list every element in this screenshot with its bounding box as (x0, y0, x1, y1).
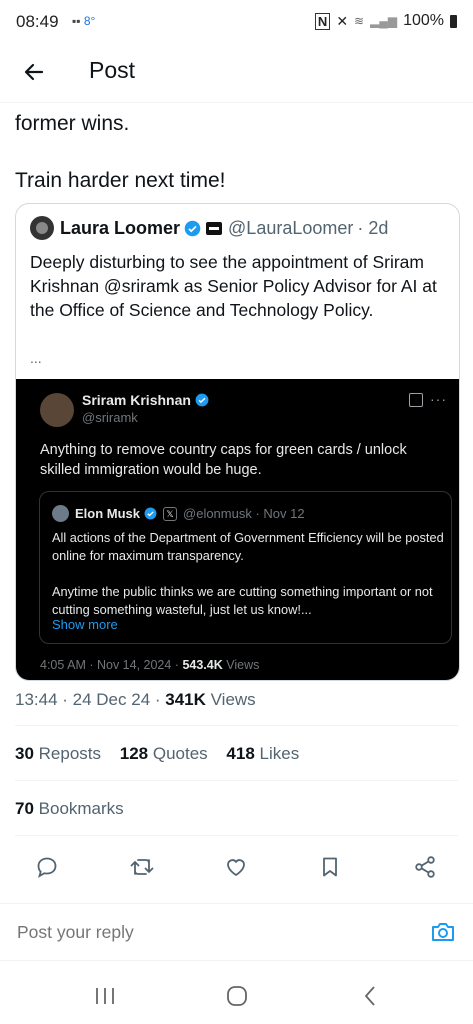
mute-icon: ✕ (336, 12, 349, 29)
divider (15, 725, 458, 726)
bookmark-icon (323, 857, 337, 877)
quoted-post-header: Laura Loomer @LauraLoomer · 2d (30, 216, 388, 240)
show-more-link: Show more (52, 617, 118, 632)
post-text-line1: former wins. (15, 112, 130, 135)
status-bar: 08:49 ▪▪ 8° N ✕ ≋ ▂▄▆ 100% (0, 0, 473, 44)
quoted-author-name[interactable]: Laura Loomer (60, 218, 180, 239)
page-title: Post (89, 57, 136, 83)
back-button[interactable] (18, 56, 50, 88)
embedded-views-count: 543.4K (182, 658, 223, 672)
post-meta: 13:44 · 24 Dec 24 · 341K Views (15, 690, 256, 710)
divider (15, 835, 458, 836)
quoted-post-card[interactable]: Laura Loomer @LauraLoomer · 2d Deeply di… (15, 203, 460, 681)
more-icon: ··· (430, 391, 447, 407)
wifi-icon: ≋ (354, 14, 365, 28)
status-right: N ✕ ≋ ▂▄▆ 100% (314, 12, 457, 30)
edit-icon (409, 393, 423, 407)
repost-button[interactable] (125, 850, 159, 884)
embedded-inner-quote: Elon Musk 𝕏 @elonmusk · Nov 12 All actio… (39, 491, 452, 644)
bookmarks-stat[interactable]: 70 Bookmarks (15, 799, 124, 819)
reply-bar (0, 903, 473, 961)
home-icon (227, 986, 247, 1006)
embedded-post-text: Anything to remove country caps for gree… (40, 442, 407, 478)
status-time: 08:49 (16, 12, 59, 31)
avatar (52, 505, 69, 522)
grid-icon: ▪▪ (72, 14, 81, 28)
embedded-author-handle: @sriramk (82, 410, 138, 425)
nfc-icon: N (314, 12, 331, 30)
views-count[interactable]: 341K (165, 690, 206, 709)
bookmark-button[interactable] (313, 850, 347, 884)
top-header: Post (0, 44, 473, 103)
share-button[interactable] (408, 850, 442, 884)
verified-badge-icon (144, 507, 157, 520)
embedded-post-meta: 4:05 AM · Nov 14, 2024 · 543.4K Views (40, 658, 259, 672)
status-left-icons: ▪▪ 8° (72, 14, 95, 28)
divider (15, 780, 458, 781)
camera-button[interactable] (429, 918, 457, 946)
action-bar (0, 850, 473, 884)
heart-icon (227, 859, 245, 877)
embedded-views-label: Views (222, 658, 260, 672)
verified-badge-icon (184, 220, 201, 236)
battery-level: 100% (403, 12, 444, 29)
reply-icon (37, 857, 57, 878)
embedded-screenshot[interactable]: Sriram Krishnan @sriramk ··· Anything to… (16, 379, 459, 680)
inner-quote-header: Elon Musk 𝕏 @elonmusk · Nov 12 (52, 505, 305, 522)
x-logo-icon: 𝕏 (163, 506, 178, 521)
weather-temp: 8° (83, 14, 96, 28)
views-label[interactable]: Views (206, 690, 256, 709)
reply-button[interactable] (30, 850, 64, 884)
back-nav-button[interactable] (362, 985, 378, 1012)
quoted-post-text: Deeply disturbing to see the appointment… (30, 252, 437, 320)
inner-author-handle: @elonmusk · Nov 12 (183, 506, 305, 521)
quotes-stat[interactable]: 128 Quotes (120, 744, 208, 763)
signal-icon: ▂▄▆ (370, 14, 398, 28)
quoted-post-ellipsis: ... (30, 350, 42, 366)
affiliation-badge-icon (206, 221, 223, 235)
cut-off-text-line (15, 103, 315, 106)
home-button[interactable] (226, 985, 248, 1012)
engagement-stats: 30 Reposts 128 Quotes 418 Likes (15, 744, 299, 764)
quoted-post-time: · 2d (357, 217, 389, 238)
camera-icon (432, 923, 454, 941)
quoted-author-handle[interactable]: @LauraLoomer (228, 218, 353, 239)
inner-quote-text: All actions of the Department of Governm… (52, 530, 444, 617)
like-button[interactable] (219, 850, 253, 884)
recent-apps-button[interactable] (94, 986, 116, 1011)
share-icon (415, 856, 435, 878)
verified-badge-icon (195, 393, 209, 407)
inner-author-name: Elon Musk (75, 506, 141, 521)
likes-stat[interactable]: 418 Likes (226, 744, 299, 763)
embedded-author-name: Sriram Krishnan (82, 392, 191, 408)
repost-icon (130, 859, 154, 875)
avatar[interactable] (30, 216, 54, 240)
reposts-stat[interactable]: 30 Reposts (15, 744, 101, 763)
post-text-line2: Train harder next time! (15, 169, 226, 192)
post-timestamp[interactable]: 13:44 · 24 Dec 24 · (15, 690, 165, 709)
arrow-left-icon (24, 63, 44, 81)
embedded-author: Sriram Krishnan (82, 392, 209, 408)
embedded-timestamp: 4:05 AM · Nov 14, 2024 · (40, 658, 183, 672)
reply-input[interactable] (15, 921, 399, 944)
system-nav-bar (0, 966, 473, 1024)
battery-icon (450, 14, 457, 28)
recent-apps-icon (96, 988, 114, 1004)
chevron-left-icon (364, 986, 375, 1006)
avatar (40, 393, 74, 427)
